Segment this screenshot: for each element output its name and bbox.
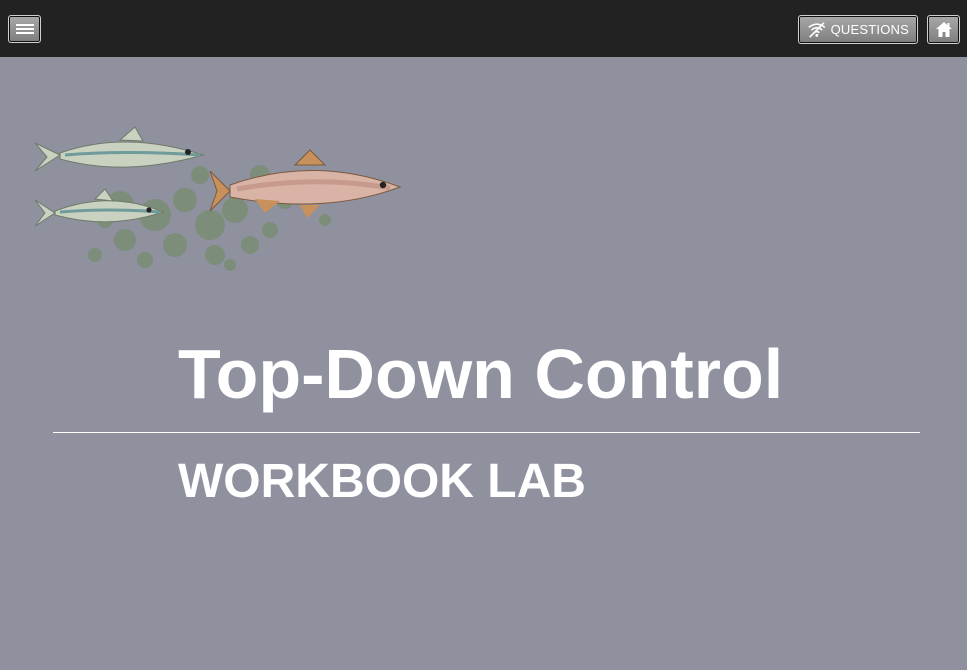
top-toolbar: QUESTIONS	[0, 0, 967, 57]
title-divider	[53, 432, 920, 433]
questions-button[interactable]: QUESTIONS	[798, 15, 918, 44]
fish-illustration	[34, 126, 402, 271]
page-subtitle: WORKBOOK LAB	[178, 455, 586, 508]
hamburger-menu-icon	[15, 24, 34, 34]
questions-label: QUESTIONS	[830, 22, 909, 37]
home-button[interactable]	[927, 15, 960, 44]
page-title: Top-Down Control	[178, 335, 784, 413]
small-fish-top	[34, 126, 205, 172]
home-icon	[935, 22, 952, 37]
no-signal-icon	[808, 21, 826, 38]
menu-button[interactable]	[8, 15, 41, 43]
